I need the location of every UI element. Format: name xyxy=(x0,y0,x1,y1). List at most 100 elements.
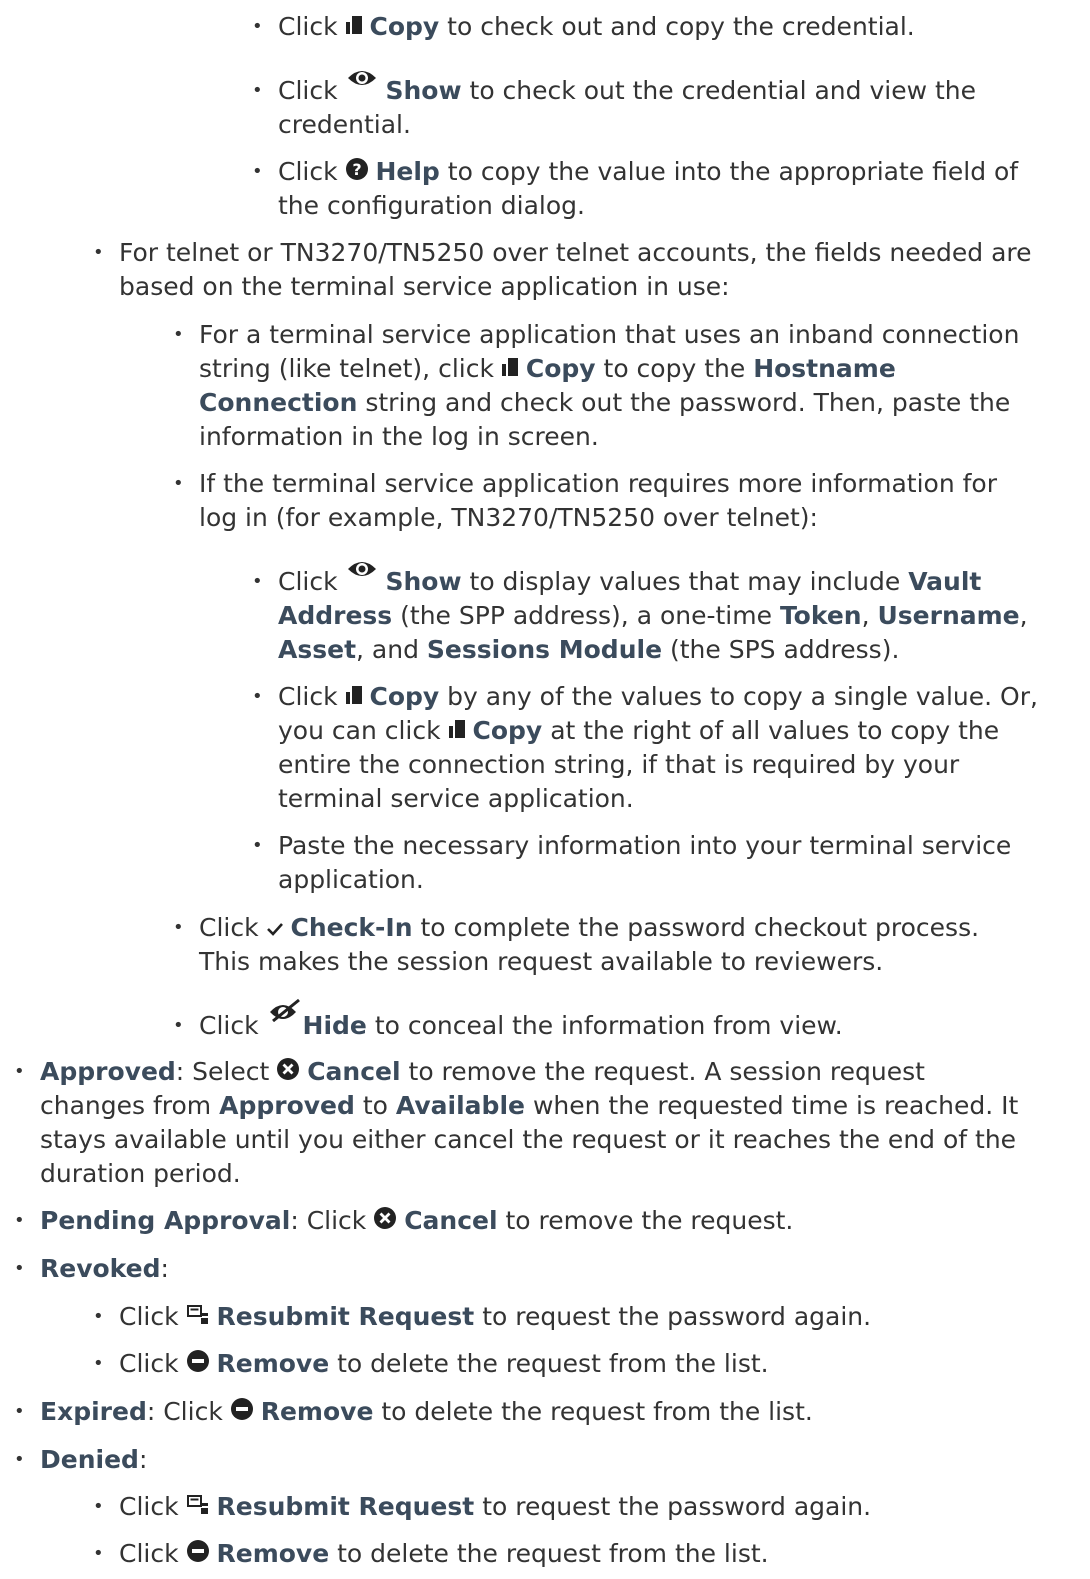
item-text: Click xyxy=(119,1302,179,1331)
term-label: Hostname xyxy=(753,354,896,383)
list-item: • Approved: Select Cancel to remove the … xyxy=(14,1055,1018,1191)
svg-text:?: ? xyxy=(352,160,361,179)
help-button-label[interactable]: Help xyxy=(375,157,439,186)
item-text: at the right of all values to copy the xyxy=(550,716,1000,745)
resubmit-request-button-label[interactable]: Resubmit Request xyxy=(216,1302,474,1331)
item-text: to delete the request from the list. xyxy=(381,1397,813,1426)
item-text: to request the password again. xyxy=(482,1302,872,1331)
check-in-button-label[interactable]: Check-In xyxy=(290,913,412,942)
item-text: This makes the session request available… xyxy=(199,947,884,976)
bullet: • xyxy=(93,1306,104,1327)
bullet: • xyxy=(252,16,263,37)
bullet: • xyxy=(14,1401,25,1422)
show-button-label[interactable]: Show xyxy=(385,567,461,596)
item-text: the configuration dialog. xyxy=(278,191,585,220)
list-item: • Click Hide to conceal the information … xyxy=(173,998,843,1043)
item-text: by any of the values to copy a single va… xyxy=(447,682,1038,711)
copy-button-label[interactable]: Copy xyxy=(473,716,543,745)
remove-button-label[interactable]: Remove xyxy=(216,1349,329,1378)
term-label: Approved xyxy=(219,1091,355,1120)
minus-circle-icon xyxy=(230,1395,253,1429)
item-text: application. xyxy=(278,865,424,894)
copy-icon xyxy=(345,680,362,714)
remove-button-label[interactable]: Remove xyxy=(216,1539,329,1568)
copy-icon xyxy=(345,10,362,44)
list-item: • Click Remove to delete the request fro… xyxy=(93,1347,769,1381)
bullet: • xyxy=(93,1353,104,1374)
item-text: Click xyxy=(278,567,338,596)
remove-button-label[interactable]: Remove xyxy=(261,1397,374,1426)
item-text: changes from xyxy=(40,1091,212,1120)
resubmit-icon xyxy=(186,1300,209,1334)
bullet: • xyxy=(93,1543,104,1564)
item-text: , xyxy=(1019,601,1028,630)
item-text: (the SPS address). xyxy=(669,635,900,664)
item-text: credential. xyxy=(278,110,411,139)
bullet: • xyxy=(173,1015,184,1036)
minus-circle-icon xyxy=(186,1537,209,1571)
bullet: • xyxy=(14,1210,25,1231)
status-denied-term: Denied xyxy=(40,1445,139,1474)
bullet: • xyxy=(173,917,184,938)
copy-icon xyxy=(501,352,518,386)
item-text: Click xyxy=(119,1539,179,1568)
status-revoked-term: Revoked xyxy=(40,1254,161,1283)
term-label: Sessions Module xyxy=(426,635,663,664)
copy-button-label[interactable]: Copy xyxy=(369,682,439,711)
item-text: entire the connection string, if that is… xyxy=(278,750,960,779)
item-text: string (like telnet), click xyxy=(199,354,494,383)
bullet: • xyxy=(252,571,263,592)
question-circle-icon: ? xyxy=(345,155,368,189)
copy-icon xyxy=(448,714,465,748)
item-text: : xyxy=(138,1445,148,1474)
list-item: • Click Remove to delete the request fro… xyxy=(93,1537,769,1571)
item-text: : Select xyxy=(175,1057,270,1086)
item-text: Click xyxy=(199,913,259,942)
checkmark-icon xyxy=(266,911,283,945)
item-text: Click xyxy=(199,1011,259,1040)
bullet: • xyxy=(93,1496,104,1517)
item-text: to delete the request from the list. xyxy=(337,1539,769,1568)
item-text: , and xyxy=(356,635,419,664)
item-text: to delete the request from the list. xyxy=(337,1349,769,1378)
eye-slash-icon xyxy=(267,997,303,1031)
show-button-label[interactable]: Show xyxy=(385,76,461,105)
item-text: to check out the credential and view the xyxy=(469,76,976,105)
item-text: For a terminal service application that … xyxy=(199,320,1020,349)
copy-button-label[interactable]: Copy xyxy=(526,354,596,383)
term-label: Token xyxy=(779,601,862,630)
item-text: stays available until you either cancel … xyxy=(40,1125,1017,1154)
status-pending-term: Pending Approval xyxy=(40,1206,291,1235)
cancel-button-label[interactable]: Cancel xyxy=(307,1057,400,1086)
minus-circle-icon xyxy=(186,1347,209,1381)
cancel-button-label[interactable]: Cancel xyxy=(404,1206,497,1235)
resubmit-request-button-label[interactable]: Resubmit Request xyxy=(216,1492,474,1521)
bullet: • xyxy=(14,1258,25,1279)
item-text: to remove the request. A session request xyxy=(408,1057,925,1086)
item-text: , xyxy=(861,601,870,630)
list-item: • Click Copy by any of the values to cop… xyxy=(252,680,1038,816)
resubmit-icon xyxy=(186,1490,209,1524)
bullet: • xyxy=(252,161,263,182)
item-text: when the requested time is reached. It xyxy=(532,1091,1019,1120)
item-text: to display values that may include xyxy=(469,567,901,596)
item-text: Click xyxy=(278,76,338,105)
eye-icon xyxy=(346,64,378,98)
term-label: Available xyxy=(395,1091,525,1120)
hide-button-label[interactable]: Hide xyxy=(303,1011,367,1040)
list-item: • Click Copy to check out and copy the c… xyxy=(252,10,915,44)
item-text: you can click xyxy=(278,716,441,745)
item-text: duration period. xyxy=(40,1159,241,1188)
item-text: information in the log in screen. xyxy=(199,422,599,451)
list-item: • Click ? Help to copy the value into th… xyxy=(252,155,1018,223)
bullet: • xyxy=(173,473,184,494)
x-circle-icon xyxy=(374,1204,397,1238)
item-text: based on the terminal service applicatio… xyxy=(119,272,730,301)
bullet: • xyxy=(252,835,263,856)
copy-button-label[interactable]: Copy xyxy=(369,12,439,41)
x-circle-icon xyxy=(277,1055,300,1089)
list-item: • Expired: Click Remove to delete the re… xyxy=(14,1395,813,1429)
item-text: Click xyxy=(278,682,338,711)
eye-icon xyxy=(346,555,378,589)
bullet: • xyxy=(93,242,104,263)
